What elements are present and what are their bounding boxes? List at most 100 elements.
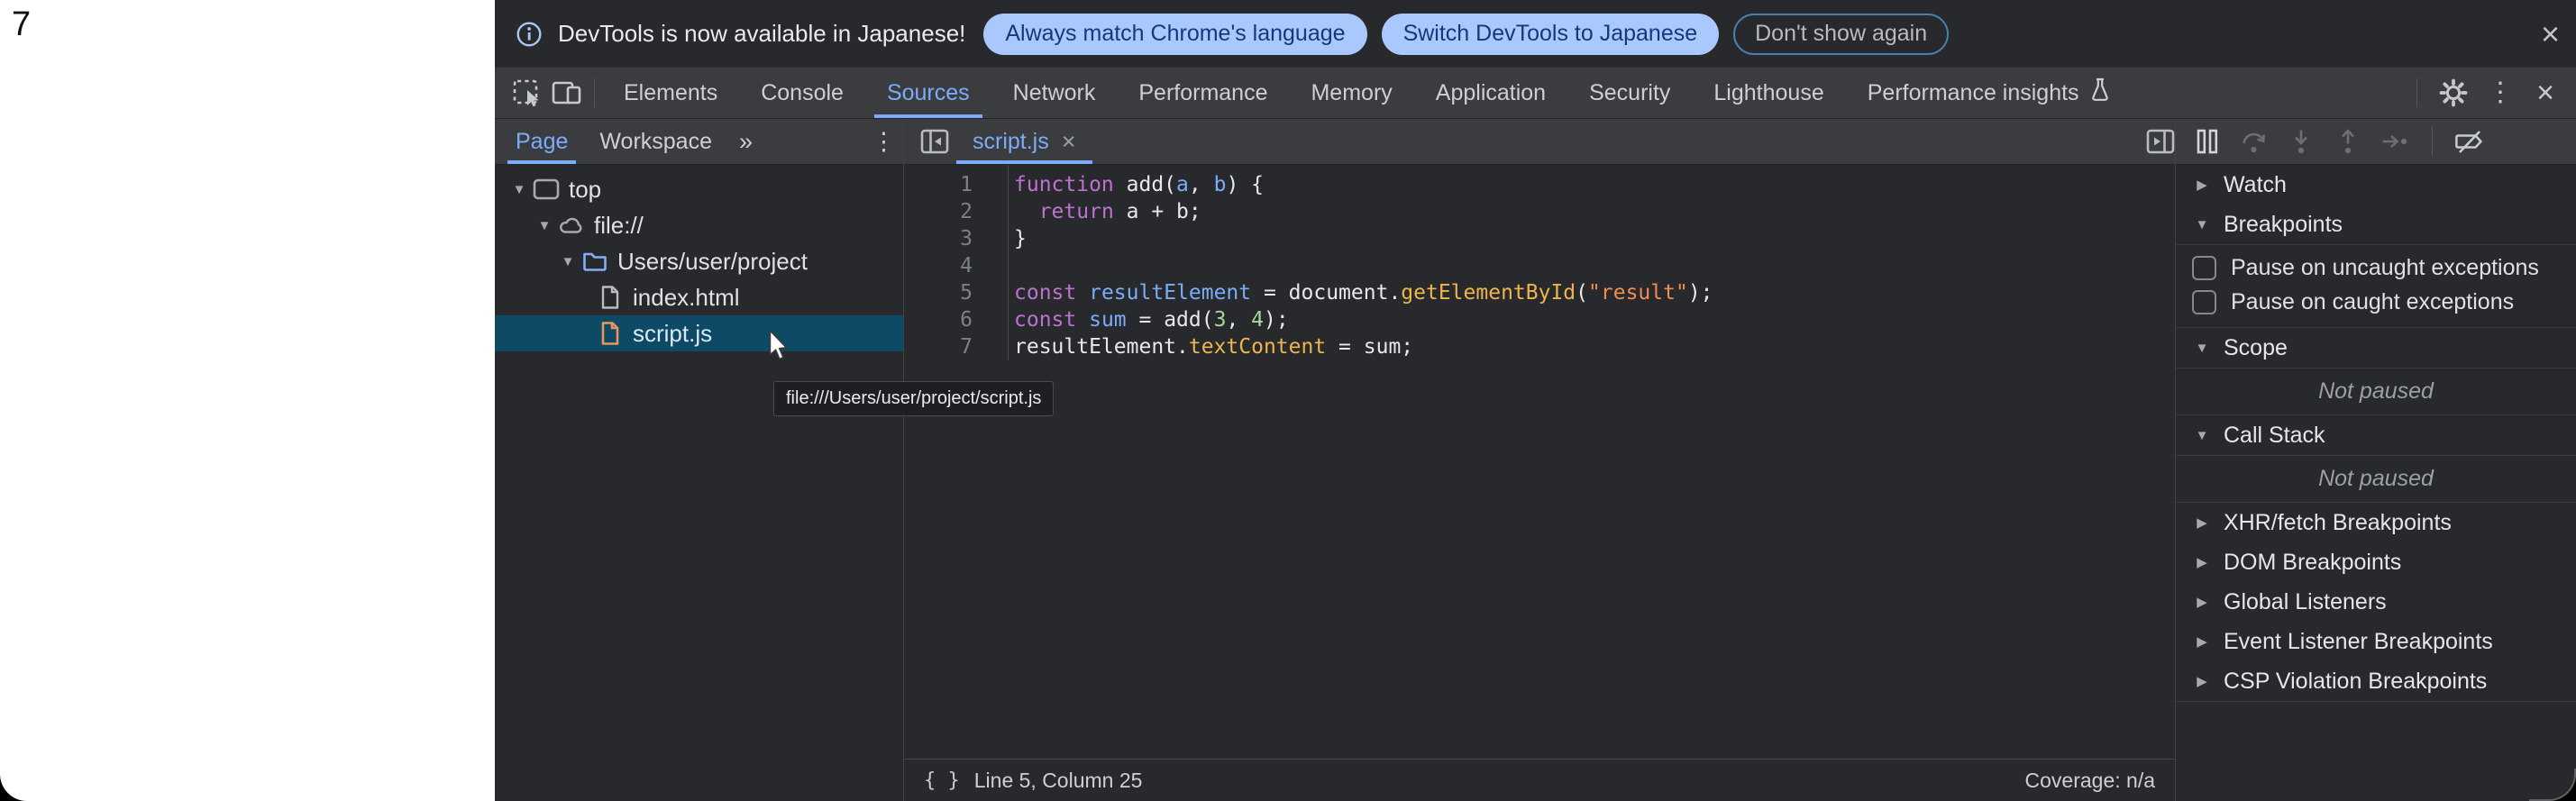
settings-gear-icon[interactable] [2434,73,2473,113]
tab-workspace[interactable]: Workspace [589,119,723,164]
pretty-print-icon[interactable]: { } [924,769,960,792]
tab-elements[interactable]: Elements [602,68,739,118]
line-number[interactable]: 5 [904,279,973,306]
global-listeners-section-header[interactable]: ▶Global Listeners [2176,582,2576,622]
tree-item-file[interactable]: ▼file:// [495,207,903,243]
code-editor-pane[interactable]: 1function add(a, b) {2 return a + b;3}45… [904,165,2175,801]
tab-console[interactable]: Console [739,68,865,118]
switch-japanese-button[interactable]: Switch DevTools to Japanese [1382,14,1720,55]
breakpoints-section-header[interactable]: ▼Breakpoints [2176,205,2576,245]
tab-label: Performance insights [1868,80,2079,106]
xhr-fetch-breakpoints-section-header[interactable]: ▶XHR/fetch Breakpoints [2176,503,2576,542]
line-number[interactable]: 7 [904,333,973,360]
dont-show-again-button[interactable]: Don't show again [1733,14,1949,55]
editor-tab-script-js[interactable]: script.js × [956,119,1092,164]
code-token: 3 [1214,308,1227,332]
line-number[interactable]: 2 [904,198,973,225]
pause-on-caught-exceptions-checkbox[interactable] [2192,290,2216,314]
tab-label: Performance [1138,80,1267,106]
tab-lighthouse[interactable]: Lighthouse [1692,68,1845,118]
editor-tabbar: script.js × [904,119,2188,165]
code-line[interactable]: 4 [904,252,2175,279]
scope-section-header[interactable]: ▼ Scope [2176,328,2576,369]
more-tabs-icon[interactable]: » [739,128,752,156]
tab-network[interactable]: Network [991,68,1118,118]
code-line[interactable]: 5const resultElement = document.getEleme… [904,279,2175,306]
secondary-toolbars: Page Workspace » ⋮ script.js × [495,119,2576,164]
match-language-button[interactable]: Always match Chrome's language [983,14,1366,55]
code-line[interactable]: 1function add(a, b) { [904,171,2175,198]
code-token: add( [1114,173,1176,196]
code-token: a [1176,173,1189,196]
section-label: Watch [2224,172,2287,198]
tab-memory[interactable]: Memory [1289,68,1413,118]
navigator-kebab-icon[interactable]: ⋮ [872,128,896,156]
tab-page[interactable]: Page [507,119,576,164]
code-token: = document. [1251,281,1401,305]
tab-performance-insights[interactable]: Performance insights [1846,68,2133,118]
tree-item-index-html[interactable]: index.html [495,279,903,315]
tab-label: Lighthouse [1713,80,1823,106]
toggle-debugger-sidebar-icon[interactable] [2142,123,2179,159]
tab-performance[interactable]: Performance [1117,68,1289,118]
code-token: = sum; [1326,335,1413,359]
chevron-right-icon: ▶ [2194,177,2210,193]
code-token: a + b; [1114,200,1201,223]
code-line[interactable]: 6const sum = add(3, 4); [904,306,2175,333]
tree-item-label: file:// [594,212,644,240]
code-line[interactable]: 3} [904,225,2175,252]
tree-item-script-js[interactable]: script.js [495,315,903,351]
infobar-message: DevTools is now available in Japanese! [558,20,965,48]
line-number[interactable]: 1 [904,171,973,198]
step-over-button[interactable] [2237,124,2271,159]
code-text: const resultElement = document.getElemen… [973,279,1713,306]
csp-violation-breakpoints-section-header[interactable]: ▶CSP Violation Breakpoints [2176,661,2576,702]
step-button[interactable] [2378,124,2412,159]
code-token: ( [1576,281,1588,305]
chevron-down-icon: ▼ [2194,428,2210,443]
devtools-close-icon[interactable]: × [2527,77,2563,108]
file-js-icon [597,321,624,346]
pause-button[interactable] [2190,124,2224,159]
code-line[interactable]: 2 return a + b; [904,198,2175,225]
screen-corner-bottom-left [0,769,52,801]
chevron-down-icon: ▼ [2194,341,2210,356]
chevron-right-icon: ▶ [2194,633,2210,650]
line-number[interactable]: 3 [904,225,973,252]
line-number[interactable]: 6 [904,306,973,333]
code-token: function [1014,173,1114,196]
checkbox-label: Pause on caught exceptions [2231,289,2514,315]
tree-item-label: top [569,176,601,204]
tree-item-users-user-project[interactable]: ▼Users/user/project [495,243,903,279]
coverage-status-text: Coverage: n/a [2025,769,2155,793]
tree-item-top[interactable]: ▼top [495,171,903,207]
line-number[interactable]: 4 [904,252,973,279]
deactivate-breakpoints-button[interactable] [2453,124,2487,159]
infobar-close-icon[interactable]: × [2541,18,2560,50]
tab-sources[interactable]: Sources [865,68,991,118]
section-label: Call Stack [2224,423,2325,449]
event-listener-breakpoints-section-header[interactable]: ▶Event Listener Breakpoints [2176,622,2576,661]
section-label: DOM Breakpoints [2224,550,2401,576]
code-line[interactable]: 7resultElement.textContent = sum; [904,333,2175,360]
dom-breakpoints-section-header[interactable]: ▶DOM Breakpoints [2176,542,2576,582]
section-label: Scope [2224,335,2288,361]
editor-sidebar-divider[interactable] [2175,119,2176,801]
device-toolbar-icon[interactable] [547,73,587,113]
tab-security[interactable]: Security [1567,68,1692,118]
editor-tab-close-icon[interactable]: × [1062,130,1076,154]
inspect-element-icon[interactable] [507,73,547,113]
code-token: , [1226,308,1251,332]
code-token: "result" [1588,281,1688,305]
call-stack-section-header[interactable]: ▼ Call Stack [2176,415,2576,456]
pause-on-uncaught-exceptions-checkbox[interactable] [2192,256,2216,280]
code-token: resultElement [1089,281,1251,305]
toggle-navigator-icon[interactable] [917,123,953,159]
more-options-kebab-icon[interactable]: ⋮ [2482,79,2518,106]
step-into-button[interactable] [2284,124,2318,159]
navigator-editor-divider[interactable] [903,119,904,801]
chevron-right-icon: ▶ [2194,673,2210,689]
watch-section-header[interactable]: ▶ Watch [2176,165,2576,205]
tab-application[interactable]: Application [1414,68,1567,118]
step-out-button[interactable] [2331,124,2365,159]
